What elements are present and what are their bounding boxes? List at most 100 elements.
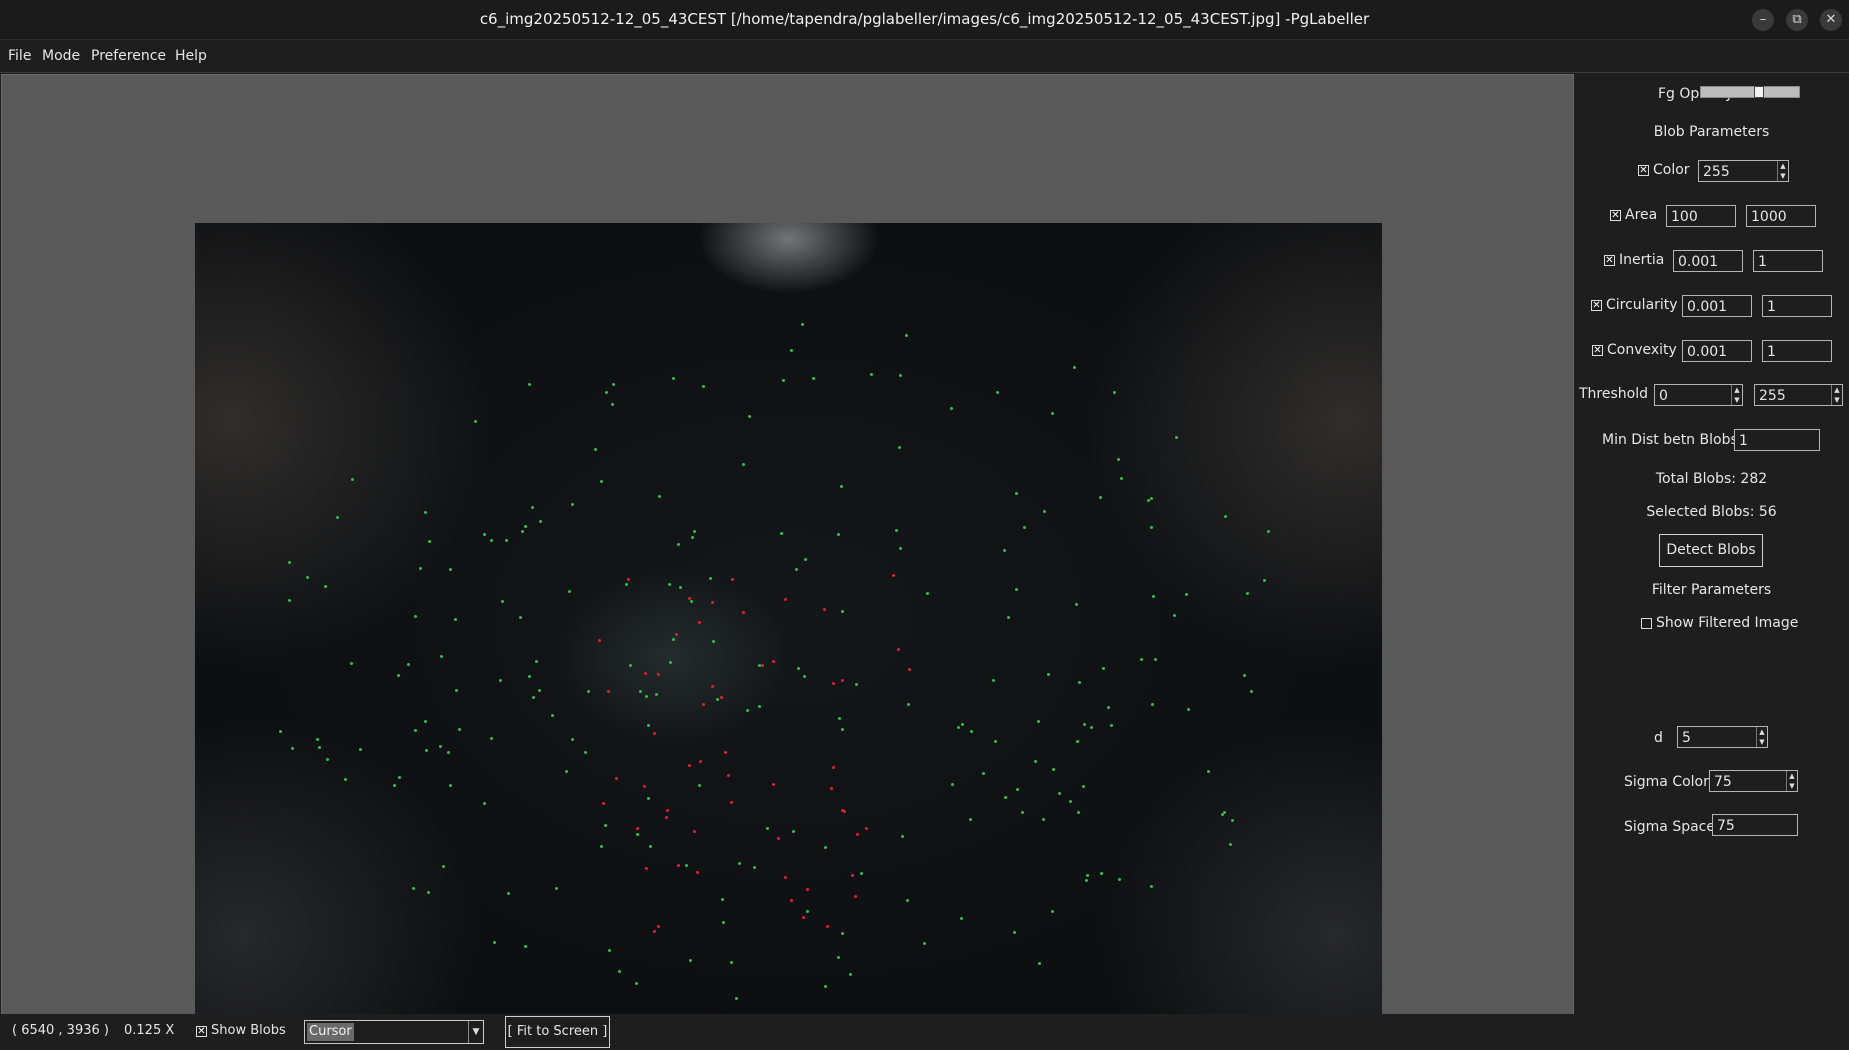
circularity-max-input[interactable]: 1 <box>1762 295 1832 317</box>
chevron-down-icon[interactable]: ▼ <box>468 1021 483 1043</box>
d-spin-arrows[interactable]: ▲ ▼ <box>1756 727 1767 747</box>
sigma-space-input[interactable]: 75 <box>1712 814 1798 836</box>
selected-blob-marker <box>627 578 630 581</box>
circularity-checkbox[interactable] <box>1591 300 1602 311</box>
selected-blob-marker <box>784 876 787 879</box>
show-blobs-checkbox[interactable] <box>196 1026 207 1037</box>
blob-marker <box>870 373 873 376</box>
blob-marker <box>565 770 568 773</box>
selected-blob-marker <box>607 690 610 693</box>
blob-marker <box>1140 658 1143 661</box>
color-spin-arrows[interactable]: ▲ ▼ <box>1777 161 1788 181</box>
sigma-color-spin-arrows[interactable]: ▲ ▼ <box>1786 771 1797 791</box>
blob-marker <box>600 845 603 848</box>
mode-select[interactable]: Cursor ▼ <box>304 1020 484 1044</box>
blob-marker <box>951 783 954 786</box>
blob-marker <box>1047 673 1050 676</box>
show-filtered-checkbox[interactable] <box>1641 618 1652 629</box>
blob-marker <box>1077 811 1080 814</box>
selected-blob-marker <box>772 660 775 663</box>
circularity-min-input[interactable]: 0.001 <box>1682 295 1752 317</box>
blob-marker <box>899 374 902 377</box>
blob-marker <box>969 818 972 821</box>
selected-blob-marker <box>908 668 911 671</box>
blob-marker <box>414 615 417 618</box>
fg-opacity-slider[interactable] <box>1700 86 1800 98</box>
convexity-min-input[interactable]: 0.001 <box>1682 340 1752 362</box>
blob-marker <box>838 717 841 720</box>
maximize-icon[interactable]: ⧉ <box>1786 9 1808 31</box>
blob-marker <box>992 679 995 682</box>
selected-blob-marker <box>602 802 605 805</box>
color-checkbox[interactable] <box>1638 165 1649 176</box>
blob-marker <box>841 932 844 935</box>
inertia-label: Inertia <box>1619 252 1665 268</box>
blob-marker <box>407 663 410 666</box>
blob-marker <box>447 751 450 754</box>
blob-marker <box>587 690 590 693</box>
parameter-panel: Fg Opacity Blob Parameters Color 255 ▲▼ … <box>1574 74 1849 1013</box>
menu-preference[interactable]: Preference <box>91 40 166 72</box>
blob-marker <box>584 751 587 754</box>
image-canvas[interactable] <box>1 74 1574 1015</box>
blob-marker <box>1015 588 1018 591</box>
blob-marker <box>655 693 658 696</box>
selected-blob-marker <box>761 664 764 667</box>
threshold-min-value: 0 <box>1659 388 1668 404</box>
threshold-max-spin-arrows[interactable]: ▲ ▼ <box>1831 385 1842 405</box>
sigma-color-spinbox[interactable]: 75 ▲ ▼ <box>1709 770 1798 792</box>
blob-marker <box>1152 595 1155 598</box>
inertia-max-input[interactable]: 1 <box>1753 250 1823 272</box>
blob-marker <box>1151 703 1154 706</box>
d-spinbox[interactable]: 5 ▲ ▼ <box>1677 726 1768 748</box>
inertia-min-input[interactable]: 0.001 <box>1673 250 1743 272</box>
selected-blob-marker <box>841 679 844 682</box>
fit-to-screen-button[interactable]: [ Fit to Screen ] <box>505 1016 610 1048</box>
blob-marker <box>698 784 701 787</box>
area-min-input[interactable]: 100 <box>1666 205 1736 227</box>
selected-blob-marker <box>854 895 857 898</box>
menu-mode[interactable]: Mode <box>42 40 80 72</box>
blob-marker <box>521 530 524 533</box>
convexity-max-input[interactable]: 1 <box>1762 340 1832 362</box>
blob-marker <box>1231 819 1234 822</box>
threshold-min-spinbox[interactable]: 0 ▲ ▼ <box>1654 384 1743 406</box>
threshold-max-spinbox[interactable]: 255 ▲ ▼ <box>1754 384 1843 406</box>
fg-opacity-slider-handle[interactable] <box>1754 86 1764 98</box>
menu-help[interactable]: Help <box>175 40 207 72</box>
blob-marker <box>1015 492 1018 495</box>
color-spinbox[interactable]: 255 ▲ ▼ <box>1698 160 1789 182</box>
close-icon[interactable]: ✕ <box>1820 9 1842 31</box>
threshold-label: Threshold <box>1579 386 1648 402</box>
blob-marker <box>668 583 671 586</box>
blob-marker <box>996 391 999 394</box>
minimize-icon[interactable]: – <box>1752 9 1774 31</box>
area-checkbox[interactable] <box>1610 210 1621 221</box>
inertia-checkbox[interactable] <box>1604 255 1615 266</box>
cursor-coordinates: ( 6540 , 3936 ) <box>12 1023 109 1038</box>
blob-marker <box>288 599 291 602</box>
blob-marker <box>907 703 910 706</box>
blob-marker <box>440 655 443 658</box>
sigma-color-label: Sigma Color <box>1624 774 1709 790</box>
selected-blob-marker <box>851 874 854 877</box>
threshold-min-spin-arrows[interactable]: ▲ ▼ <box>1731 385 1742 405</box>
blob-marker <box>618 970 621 973</box>
blob-marker <box>837 533 840 536</box>
blob-marker <box>288 561 291 564</box>
blob-marker <box>841 610 844 613</box>
blob-marker <box>412 887 415 890</box>
min-dist-input[interactable]: 1 <box>1734 429 1820 451</box>
loaded-image[interactable] <box>195 223 1382 1014</box>
blob-marker <box>790 349 793 352</box>
detect-blobs-button[interactable]: Detect Blobs <box>1659 534 1763 567</box>
blob-marker <box>531 506 534 509</box>
blob-marker <box>326 758 329 761</box>
menu-bar: File Mode Preference Help <box>0 40 1849 73</box>
blob-marker <box>568 590 571 593</box>
blob-marker <box>350 662 353 665</box>
area-max-input[interactable]: 1000 <box>1746 205 1816 227</box>
menu-file[interactable]: File <box>8 40 31 72</box>
show-filtered-label: Show Filtered Image <box>1656 615 1799 631</box>
convexity-checkbox[interactable] <box>1592 345 1603 356</box>
